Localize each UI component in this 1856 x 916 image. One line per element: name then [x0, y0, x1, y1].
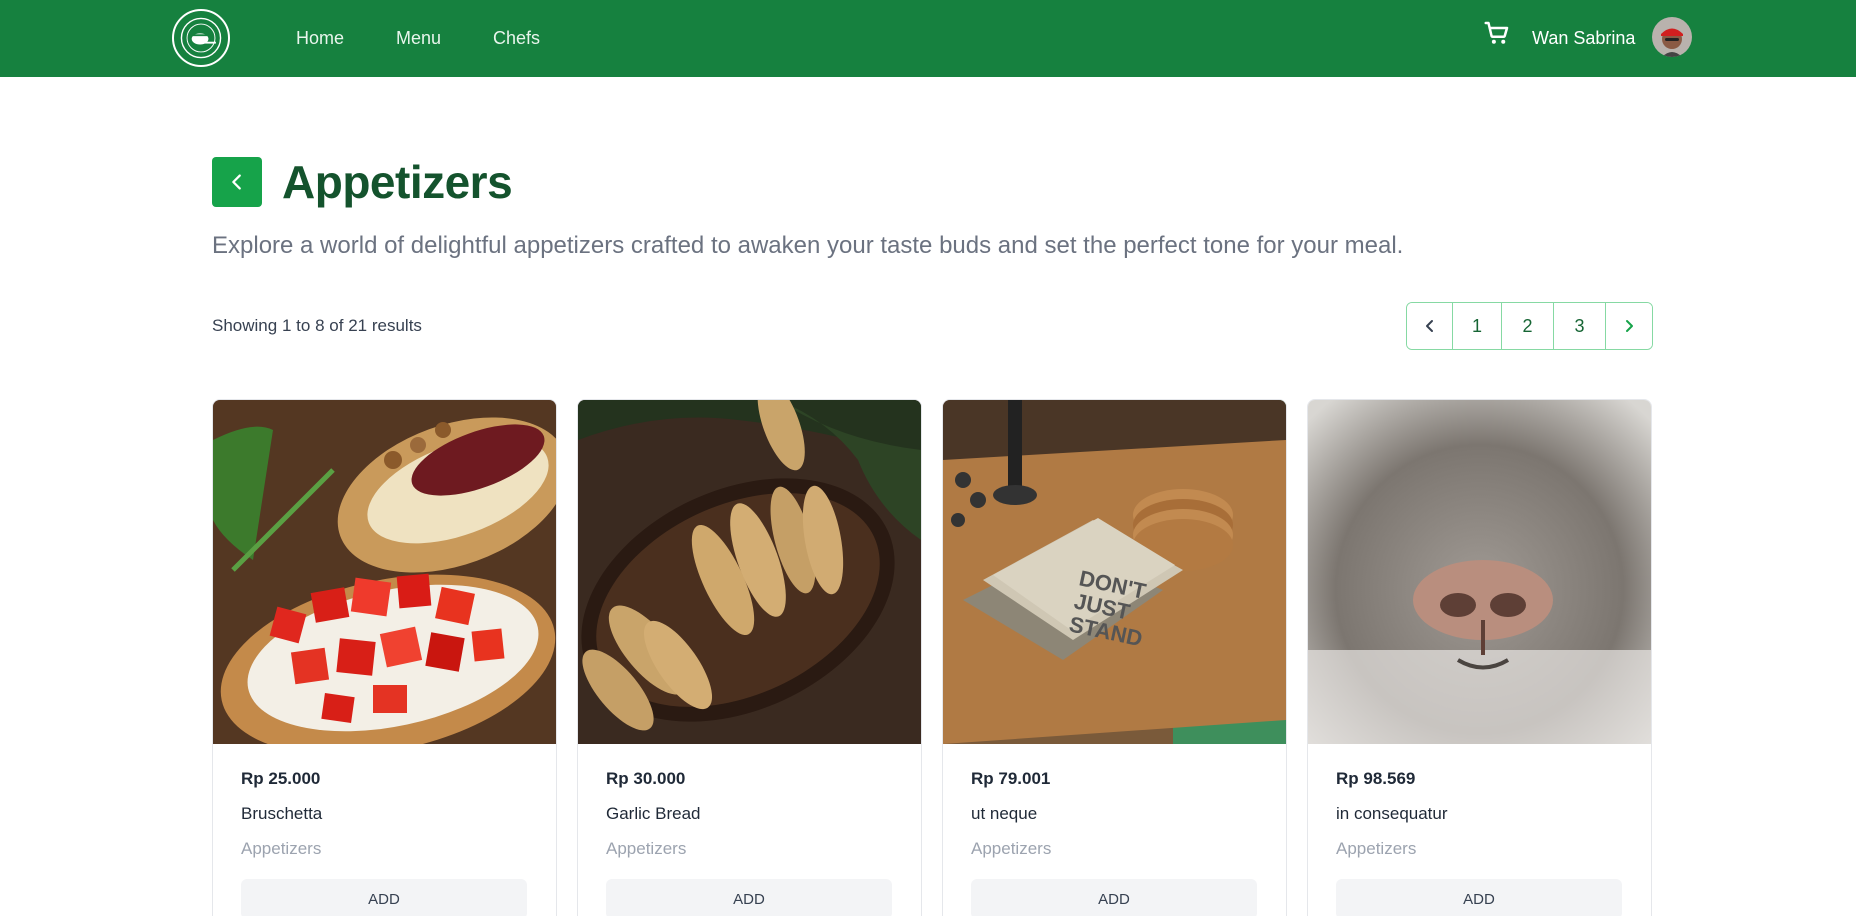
nav-home[interactable]: Home [296, 27, 344, 49]
page-title: Appetizers [282, 156, 513, 208]
results-prefix: Showing [212, 316, 278, 335]
add-to-cart-button[interactable]: ADD [971, 879, 1257, 916]
back-button[interactable] [212, 157, 262, 207]
pagination-next-button[interactable] [1606, 303, 1652, 349]
product-card[interactable]: DON'T JUST STAND Rp 79.001 ut neque Appe… [942, 399, 1287, 916]
pagination-page-2[interactable]: 2 [1502, 303, 1554, 349]
nav-menu[interactable]: Menu [396, 27, 441, 49]
chevron-left-icon [1425, 320, 1433, 332]
pagination-page-3[interactable]: 3 [1554, 303, 1606, 349]
chevron-right-icon [1626, 320, 1633, 332]
product-card[interactable]: Rp 25.000 Bruschetta Appetizers ADD [212, 399, 557, 916]
results-to: 8 [315, 316, 325, 335]
add-to-cart-button[interactable]: ADD [1336, 879, 1622, 916]
product-image-ut-neque[interactable]: DON'T JUST STAND [943, 400, 1286, 744]
product-name: in consequatur [1336, 804, 1448, 823]
pagination: 1 2 3 [1406, 302, 1653, 350]
product-card[interactable]: Rp 98.569 in consequatur Appetizers ADD [1307, 399, 1652, 916]
logo-icon [180, 17, 222, 59]
results-suffix: results [371, 316, 422, 335]
product-category: Appetizers [606, 839, 687, 858]
product-name: Garlic Bread [606, 804, 701, 823]
results-of-word: of [329, 316, 344, 335]
product-price: Rp 98.569 [1336, 769, 1416, 788]
product-name: ut neque [971, 804, 1038, 823]
product-price: Rp 79.001 [971, 769, 1051, 788]
product-category: Appetizers [241, 839, 322, 858]
product-card[interactable]: Rp 30.000 Garlic Bread Appetizers ADD [577, 399, 922, 916]
product-image-in-consequatur[interactable] [1308, 400, 1651, 744]
pagination-page-1[interactable]: 1 [1453, 303, 1502, 349]
pagination-prev-button[interactable] [1407, 303, 1453, 349]
restaurant-logo[interactable] [172, 9, 230, 67]
product-price: Rp 30.000 [606, 769, 686, 788]
product-image-bruschetta[interactable] [213, 400, 556, 744]
results-from: 1 [281, 316, 292, 335]
top-navbar: Home Menu Chefs Wan Sabrina [0, 0, 1856, 77]
avatar[interactable] [1652, 17, 1692, 57]
cart-icon[interactable] [1482, 18, 1512, 48]
results-to-word: to [296, 316, 311, 335]
user-name[interactable]: Wan Sabrina [1532, 27, 1635, 49]
results-total: 21 [348, 316, 368, 335]
nav-chefs[interactable]: Chefs [493, 27, 540, 49]
chevron-left-icon [232, 174, 241, 190]
add-to-cart-button[interactable]: ADD [241, 879, 527, 916]
add-to-cart-button[interactable]: ADD [606, 879, 892, 916]
product-price: Rp 25.000 [241, 769, 321, 788]
page-description: Explore a world of delightful appetizers… [212, 232, 1404, 259]
product-image-garlic-bread[interactable] [578, 400, 921, 744]
results-summary: Showing 1 to 8 of 21 results [212, 315, 422, 337]
product-category: Appetizers [1336, 839, 1417, 858]
product-name: Bruschetta [241, 804, 323, 823]
product-category: Appetizers [971, 839, 1052, 858]
